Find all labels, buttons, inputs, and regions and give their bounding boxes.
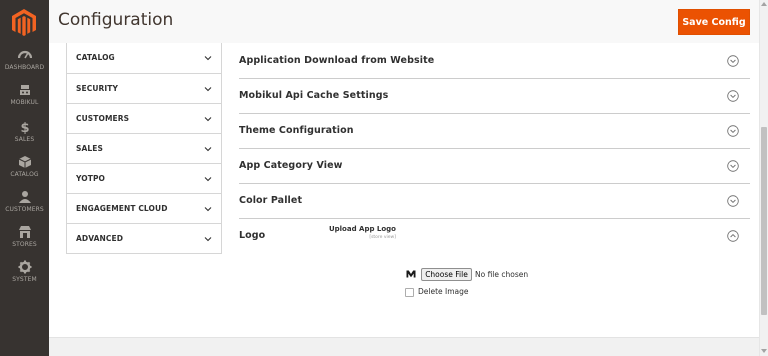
config-tabs: CATALOG SECURITY CUSTOMERS SALES YOTPO E…	[66, 43, 222, 254]
section-title: Theme Configuration	[239, 125, 354, 136]
sidebar-item-system[interactable]: SYSTEM	[0, 260, 49, 283]
section-app-download[interactable]: Application Download from Website	[239, 44, 750, 79]
svg-text:$: $	[20, 121, 29, 134]
delete-image-checkbox[interactable]	[405, 288, 414, 297]
section-theme-config[interactable]: Theme Configuration	[239, 114, 750, 149]
tab-label: CUSTOMERS	[76, 114, 130, 123]
sidebar-item-label: MOBIKUL	[10, 99, 39, 106]
chevron-down-icon	[204, 87, 212, 92]
tab-security[interactable]: SECURITY	[67, 73, 221, 103]
chevron-down-icon	[204, 237, 212, 242]
tab-label: SALES	[76, 144, 104, 153]
tab-engagement-cloud[interactable]: ENGAGEMENT CLOUD	[67, 193, 221, 223]
sidebar-item-label: SALES	[14, 136, 35, 143]
tab-label: SECURITY	[76, 84, 119, 93]
chevron-down-icon	[204, 147, 212, 152]
gear-icon	[18, 260, 31, 274]
section-api-cache[interactable]: Mobikul Api Cache Settings	[239, 79, 750, 114]
chevron-down-icon	[204, 177, 212, 182]
file-status-text: No file chosen	[475, 270, 529, 279]
choose-file-button[interactable]: Choose File	[421, 268, 472, 281]
expand-circle-icon[interactable]	[727, 195, 739, 207]
page-footer	[49, 337, 759, 356]
tab-label: ENGAGEMENT CLOUD	[76, 204, 168, 213]
expand-circle-icon[interactable]	[727, 55, 739, 67]
save-config-button[interactable]: Save Config	[678, 9, 750, 35]
stores-icon	[18, 226, 31, 238]
section-title: Application Download from Website	[239, 55, 435, 66]
mobikul-icon	[19, 85, 30, 95]
tab-yotpo[interactable]: YOTPO	[67, 163, 221, 193]
sidebar-item-customers[interactable]: CUSTOMERS	[0, 190, 49, 213]
tab-label: YOTPO	[76, 174, 106, 183]
cube-icon	[18, 156, 31, 168]
chevron-down-icon	[204, 56, 212, 61]
scroll-up-arrow-icon[interactable]	[761, 2, 767, 6]
expand-circle-icon[interactable]	[727, 90, 739, 102]
sidebar-item-stores[interactable]: STORES	[0, 225, 49, 248]
tab-customers[interactable]: CUSTOMERS	[67, 103, 221, 133]
store-view-scope: [store view]	[369, 235, 396, 240]
sidebar-item-label: STORES	[12, 241, 37, 248]
admin-sidebar: DASHBOARD MOBIKUL $ SALES CATALOG CUSTOM…	[0, 0, 49, 356]
sidebar-item-catalog[interactable]: CATALOG	[0, 155, 49, 178]
collapse-circle-icon[interactable]	[727, 230, 739, 242]
sidebar-item-sales[interactable]: $ SALES	[0, 120, 49, 143]
config-panel: CATALOG SECURITY CUSTOMERS SALES YOTPO E…	[49, 43, 759, 337]
tab-advanced[interactable]: ADVANCED	[67, 223, 221, 253]
tab-label: ADVANCED	[76, 234, 124, 243]
section-title: Color Pallet	[239, 195, 303, 206]
chevron-down-icon	[204, 117, 212, 122]
section-color-pallet[interactable]: Color Pallet	[239, 184, 750, 219]
expand-circle-icon[interactable]	[727, 125, 739, 137]
scrollbar-thumb[interactable]	[761, 127, 767, 315]
customers-icon	[18, 191, 31, 203]
sidebar-item-label: CATALOG	[10, 171, 39, 178]
sidebar-item-label: CUSTOMERS	[5, 206, 44, 213]
sidebar-item-label: DASHBOARD	[4, 64, 45, 71]
magento-logo-icon[interactable]	[10, 8, 38, 38]
upload-logo-label: Upload App Logo	[328, 225, 396, 233]
tab-label: CATALOG	[76, 53, 115, 62]
logo-preview-icon	[406, 270, 416, 278]
section-title: App Category View	[239, 160, 343, 171]
sidebar-item-label: SYSTEM	[12, 276, 37, 283]
page-title: Configuration	[58, 10, 174, 30]
tab-catalog[interactable]: CATALOG	[67, 43, 221, 73]
section-title: Logo	[239, 230, 266, 241]
sidebar-item-mobikul[interactable]: MOBIKUL	[0, 83, 49, 106]
section-title: Mobikul Api Cache Settings	[239, 90, 389, 101]
section-app-category-view[interactable]: App Category View	[239, 149, 750, 184]
sidebar-item-dashboard[interactable]: DASHBOARD	[0, 48, 49, 71]
expand-circle-icon[interactable]	[727, 160, 739, 172]
dollar-icon: $	[20, 121, 29, 134]
delete-image-label[interactable]: Delete Image	[418, 287, 469, 296]
chevron-down-icon	[204, 207, 212, 212]
vertical-scrollbar[interactable]	[759, 0, 768, 356]
dashboard-icon	[17, 50, 32, 59]
tab-sales[interactable]: SALES	[67, 133, 221, 163]
scroll-down-arrow-icon[interactable]	[761, 349, 767, 353]
